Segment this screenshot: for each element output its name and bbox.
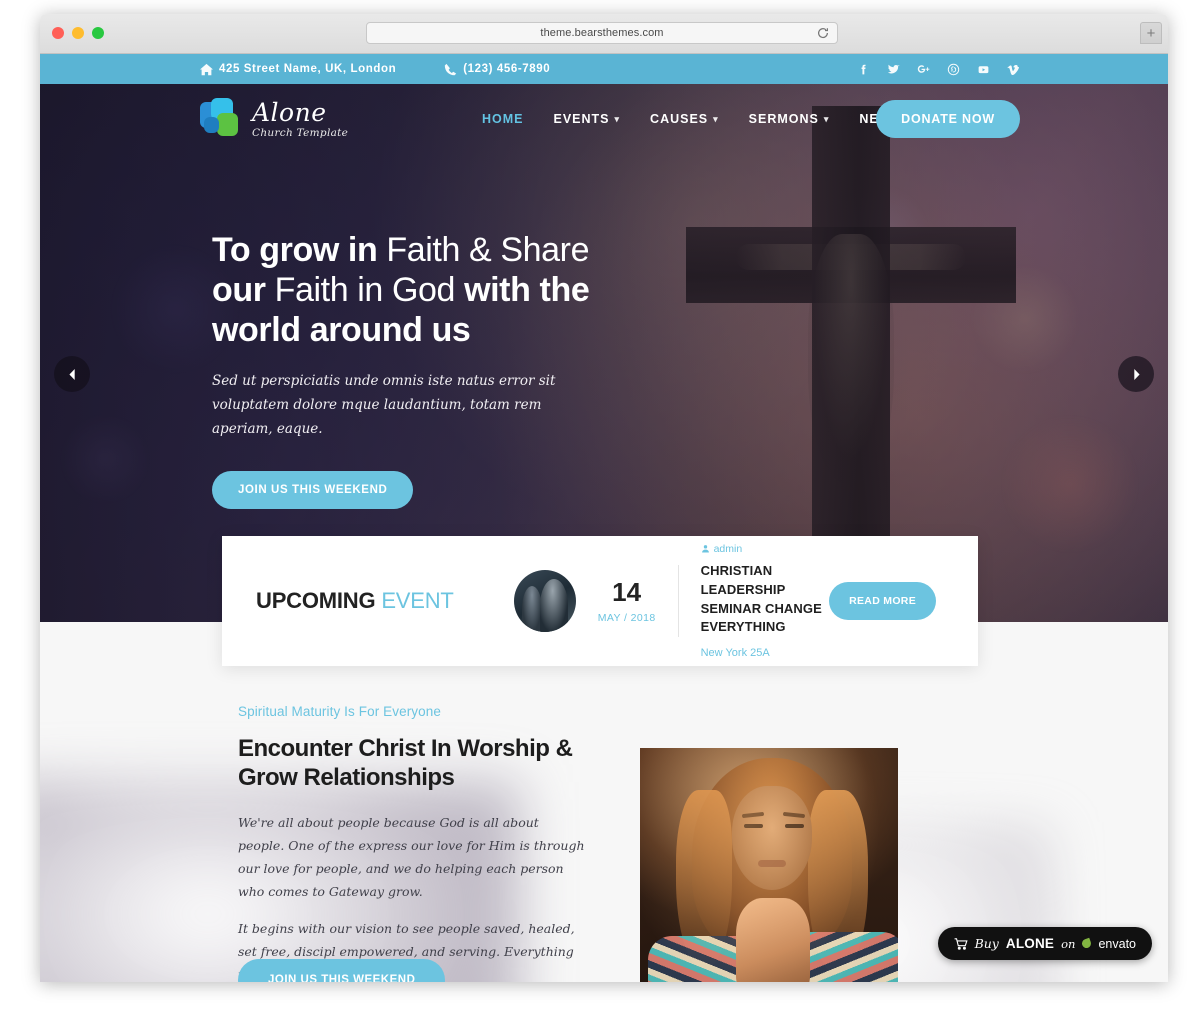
nav-label: CAUSES (650, 112, 709, 126)
slider-next-button[interactable] (1118, 356, 1154, 392)
event-author-name: admin (713, 542, 743, 555)
site-logo[interactable]: Alone Church Template (200, 98, 348, 140)
page-viewport: 425 Street Name, UK, London (123) 456-78… (40, 54, 1168, 982)
chevron-down-icon: ▾ (713, 113, 719, 124)
envato-brand-text: envato (1098, 936, 1136, 951)
chevron-down-icon: ▾ (614, 113, 621, 124)
hero-title-b1: To grow in (212, 231, 378, 269)
url-text: theme.bearsthemes.com (540, 27, 664, 39)
chevron-down-icon: ▾ (823, 113, 830, 124)
youtube-icon[interactable] (977, 63, 990, 76)
hero-title-b4: world around us (212, 311, 471, 350)
window-controls (52, 27, 104, 39)
nav-label: EVENTS (553, 112, 610, 126)
hero-title-l1: Faith & Share (386, 231, 590, 269)
maximize-window-button[interactable] (92, 27, 104, 39)
nav-item-home[interactable]: HOME (482, 112, 524, 126)
pinterest-icon[interactable] (947, 63, 960, 76)
phone-icon (445, 63, 457, 75)
event-month-year: MAY / 2018 (597, 611, 656, 624)
address-bar[interactable]: theme.bearsthemes.com (366, 22, 838, 44)
close-window-button[interactable] (52, 27, 64, 39)
event-title[interactable]: CHRISTIAN LEADERSHIP SEMINAR CHANGE EVER… (701, 562, 830, 637)
nav-label: SERMONS (748, 112, 819, 126)
google-plus-icon[interactable] (917, 63, 930, 76)
facebook-icon[interactable] (857, 63, 870, 76)
chevron-left-icon (68, 368, 75, 380)
envato-buy-text: Buy (974, 936, 999, 951)
browser-chrome-bar: theme.bearsthemes.com + (40, 14, 1168, 54)
hero-cta-button[interactable]: JOIN US THIS WEEKEND (212, 471, 414, 510)
minimize-window-button[interactable] (72, 27, 84, 39)
hero-title: To grow in Faith & Share our Faith in Go… (212, 230, 732, 350)
phone-text: (123) 456-7890 (463, 63, 551, 75)
hero-title-b2: our (212, 271, 266, 310)
slider-prev-button[interactable] (54, 356, 90, 392)
browser-window: theme.bearsthemes.com + 425 Street Name,… (40, 14, 1168, 982)
reload-icon[interactable] (816, 26, 830, 40)
event-details: admin CHRISTIAN LEADERSHIP SEMINAR CHANG… (701, 543, 830, 659)
logo-tagline: Church Template (252, 126, 349, 139)
logo-name: Alone (252, 97, 327, 127)
address-text: 425 Street Name, UK, London (219, 63, 397, 75)
hero-title-l2: Faith in God (274, 271, 456, 310)
event-day: 14 (612, 576, 642, 607)
cart-icon (954, 937, 968, 950)
praying-woman-photo (640, 748, 898, 982)
heading-bold: UPCOMING (256, 588, 376, 613)
main-header: Alone Church Template HOME EVENTS ▾ CAUS… (40, 84, 1168, 154)
upcoming-event-heading: UPCOMING EVENT (256, 588, 454, 614)
nav-item-sermons[interactable]: SERMONS ▾ (749, 112, 830, 126)
donate-now-button[interactable]: DONATE NOW (876, 100, 1020, 138)
about-eyebrow: Spiritual Maturity Is For Everyone (238, 704, 441, 719)
user-icon (701, 545, 709, 553)
home-icon (200, 63, 213, 75)
hero-content: To grow in Faith & Share our Faith in Go… (212, 230, 732, 510)
about-paragraph-1: We're all about people because God is al… (238, 814, 585, 899)
top-info-left: 425 Street Name, UK, London (123) 456-78… (200, 63, 550, 76)
about-cta-button[interactable]: JOIN US THIS WEEKEND (238, 959, 446, 982)
envato-on-text: on (1061, 936, 1076, 951)
event-date: 14 MAY / 2018 (598, 579, 656, 624)
vimeo-icon[interactable] (1007, 63, 1020, 76)
nav-item-events[interactable]: EVENTS ▾ (554, 112, 621, 126)
chevron-right-icon (1133, 368, 1140, 380)
hero-title-b3: with the (464, 271, 590, 310)
nav-item-causes[interactable]: CAUSES ▾ (650, 112, 719, 126)
divider (677, 565, 679, 637)
twitter-icon[interactable] (887, 63, 900, 76)
hero-subtitle: Sed ut perspiciatis unde omnis iste natu… (212, 373, 556, 437)
event-location: New York 25A (700, 647, 770, 660)
upcoming-event-card: UPCOMING EVENT 14 MAY / 2018 admin CHRIS… (222, 536, 978, 666)
event-avatar (513, 570, 576, 632)
new-tab-button[interactable]: + (1140, 22, 1162, 44)
envato-product-name: ALONE (1005, 936, 1055, 951)
buy-envato-badge[interactable]: Buy ALONE on envato (937, 927, 1152, 960)
address-info: 425 Street Name, UK, London (200, 63, 396, 76)
event-read-more-button[interactable]: READ MORE (829, 582, 936, 620)
nav-label: HOME (482, 112, 524, 126)
event-author: admin (701, 543, 830, 555)
top-info-bar: 425 Street Name, UK, London (123) 456-78… (40, 54, 1168, 84)
about-text-block: Spiritual Maturity Is For Everyone Encou… (238, 704, 588, 982)
social-links (857, 63, 1020, 76)
logo-mark-icon (200, 98, 242, 140)
envato-leaf-icon (1081, 937, 1093, 950)
about-heading: Encounter Christ In Worship & Grow Relat… (238, 735, 573, 791)
heading-light: EVENT (381, 588, 454, 613)
phone-info: (123) 456-7890 (444, 63, 550, 76)
